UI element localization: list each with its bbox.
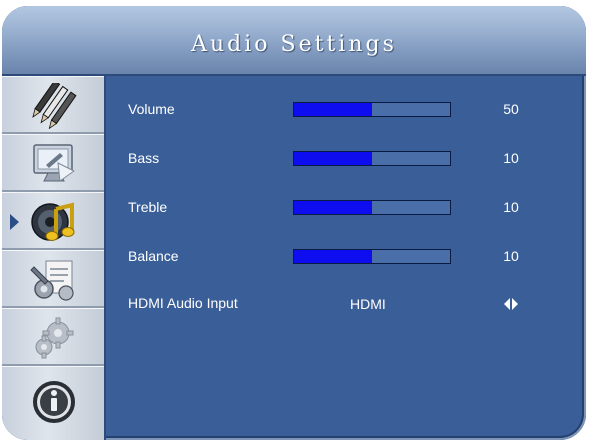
sidebar bbox=[2, 76, 106, 440]
menu-header: Audio Settings bbox=[2, 6, 586, 76]
bass-slider[interactable] bbox=[293, 151, 451, 166]
left-right-arrows-icon[interactable] bbox=[504, 298, 518, 310]
menu-title: Audio Settings bbox=[191, 32, 397, 57]
monitor-icon bbox=[33, 144, 75, 182]
gears-icon bbox=[35, 317, 74, 359]
sidebar-item-picture-settings[interactable] bbox=[2, 76, 104, 134]
treble-label: Treble bbox=[128, 199, 168, 215]
volume-slider[interactable] bbox=[293, 102, 451, 117]
bass-slider-fill bbox=[294, 152, 372, 165]
bass-label: Bass bbox=[128, 150, 160, 166]
selected-arrow-icon bbox=[10, 214, 19, 230]
volume-label: Volume bbox=[128, 101, 175, 117]
info-icon bbox=[33, 381, 75, 423]
balance-value: 10 bbox=[503, 248, 519, 264]
tools-icon bbox=[30, 260, 74, 301]
music-note-icon bbox=[31, 202, 75, 241]
sidebar-item-display-settings[interactable] bbox=[2, 134, 104, 192]
sidebar-item-information[interactable] bbox=[2, 366, 104, 440]
volume-slider-fill bbox=[294, 103, 372, 116]
sidebar-item-advanced[interactable] bbox=[2, 308, 104, 366]
treble-slider-fill bbox=[294, 201, 372, 214]
balance-label: Balance bbox=[128, 248, 179, 264]
treble-value: 10 bbox=[503, 199, 519, 215]
treble-slider[interactable] bbox=[293, 200, 451, 215]
sidebar-item-audio-settings[interactable] bbox=[2, 192, 104, 250]
hdmi-audio-input-label: HDMI Audio Input bbox=[128, 295, 238, 311]
bass-value: 10 bbox=[503, 150, 519, 166]
audio-settings-panel: Volume 50 Bass 10 Treble 10 Balance 10 H… bbox=[106, 76, 586, 440]
sidebar-item-setup[interactable] bbox=[2, 250, 104, 308]
balance-slider[interactable] bbox=[293, 249, 451, 264]
balance-slider-fill bbox=[294, 250, 372, 263]
volume-value: 50 bbox=[503, 101, 519, 117]
pencils-icon bbox=[32, 83, 77, 129]
hdmi-audio-input-value[interactable]: HDMI bbox=[350, 296, 386, 312]
osd-menu: Audio Settings Volume 50 Bass 10 Treble … bbox=[2, 6, 586, 440]
